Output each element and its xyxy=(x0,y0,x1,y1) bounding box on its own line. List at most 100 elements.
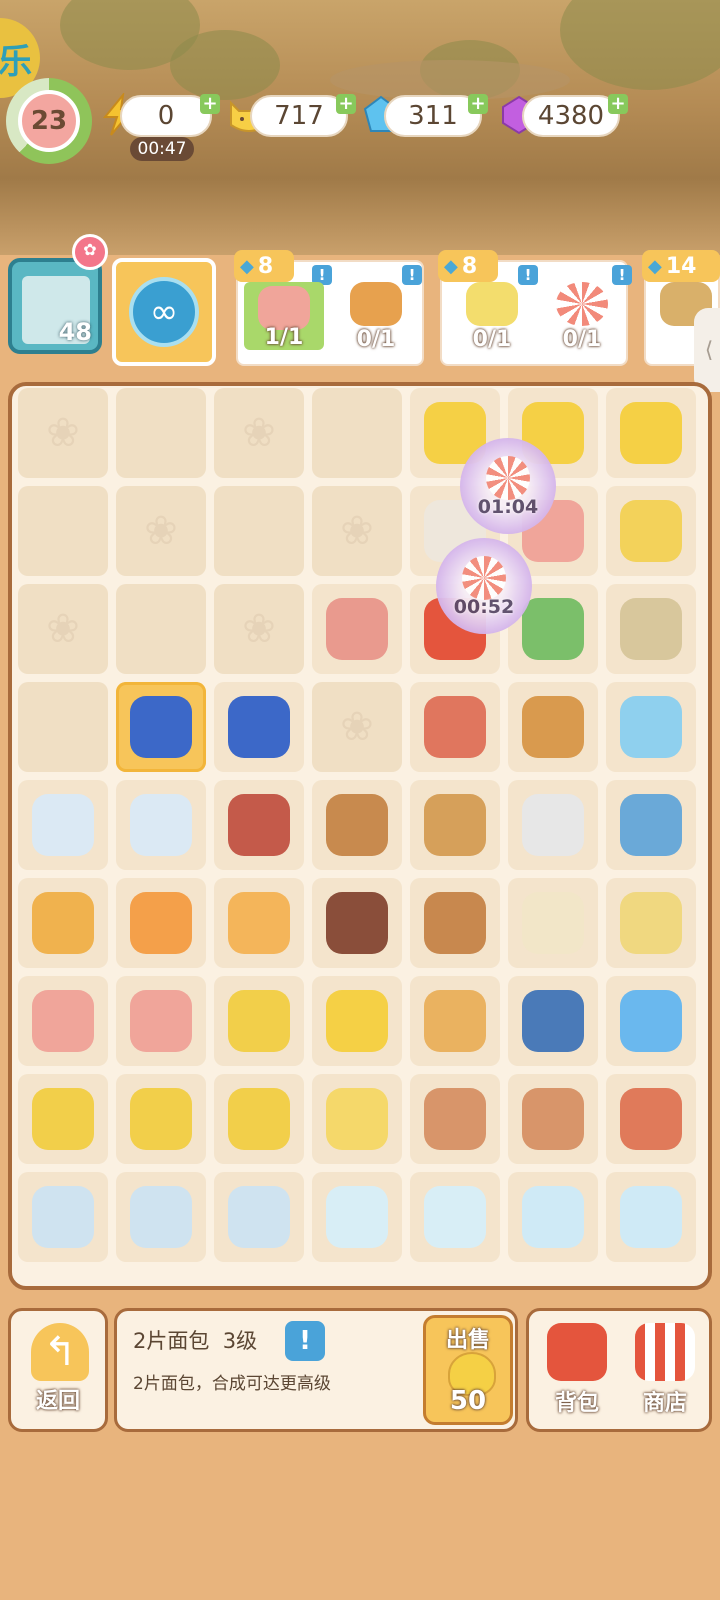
board-cell-empty[interactable] xyxy=(18,682,108,772)
coin-add-button[interactable]: + xyxy=(336,94,356,114)
infinity-generator[interactable]: ∞ xyxy=(112,258,216,366)
board-cell-item[interactable] xyxy=(312,976,402,1066)
board-cell-item[interactable] xyxy=(214,976,304,1066)
merge-item xyxy=(130,892,192,954)
board-cell-item[interactable] xyxy=(116,780,206,870)
board-cell-item[interactable] xyxy=(508,1172,598,1262)
board-cell-locked[interactable]: ❀ xyxy=(214,584,304,674)
board-cell-item[interactable] xyxy=(214,878,304,968)
board-cell-item[interactable] xyxy=(410,780,500,870)
board-cell-item[interactable] xyxy=(116,976,206,1066)
board-cell-item[interactable] xyxy=(410,976,500,1066)
board-cell-locked[interactable]: ❀ xyxy=(312,486,402,576)
board-cell-item[interactable] xyxy=(508,682,598,772)
merge-item xyxy=(424,1088,486,1150)
merge-item xyxy=(620,794,682,856)
order-item-count: 0/1 xyxy=(562,327,602,352)
board-cell-item[interactable] xyxy=(18,976,108,1066)
board-cell-item[interactable] xyxy=(18,1172,108,1262)
board-cell-item[interactable] xyxy=(312,584,402,674)
crystal-counter: 4380 xyxy=(522,95,620,137)
player-level-ring[interactable]: 23 xyxy=(6,78,92,164)
board-cell-item[interactable] xyxy=(606,1172,696,1262)
paw-print-icon: ❀ xyxy=(340,704,374,750)
board-cell-item[interactable] xyxy=(606,780,696,870)
merge-item xyxy=(32,1088,94,1150)
infinity-icon: ∞ xyxy=(129,277,199,347)
board-cell-locked[interactable]: ❀ xyxy=(18,584,108,674)
board-cell-item[interactable] xyxy=(410,878,500,968)
board-cell-item[interactable] xyxy=(214,1172,304,1262)
board-cell-item[interactable] xyxy=(214,1074,304,1164)
board-cell-item[interactable] xyxy=(18,878,108,968)
energy-add-button[interactable]: + xyxy=(200,94,220,114)
gem-value: 311 xyxy=(408,101,458,131)
board-cell-item[interactable] xyxy=(116,878,206,968)
board-cell-item[interactable] xyxy=(214,682,304,772)
merge-item xyxy=(326,598,388,660)
board-cell-locked[interactable]: ❀ xyxy=(214,388,304,478)
coin-counter: 717 xyxy=(250,95,348,137)
side-collapse-tab[interactable]: ⟨ xyxy=(694,308,720,392)
fish-icon: ◆ xyxy=(240,255,254,277)
board-cell-item[interactable] xyxy=(410,1172,500,1262)
board-cell-item[interactable] xyxy=(18,780,108,870)
board-cell-item[interactable] xyxy=(606,1074,696,1164)
merge-item xyxy=(620,892,682,954)
board-cell-item[interactable] xyxy=(116,1074,206,1164)
backpack-label: 背包 xyxy=(554,1391,599,1416)
merge-item xyxy=(522,892,584,954)
board-cell-item[interactable] xyxy=(508,878,598,968)
back-button[interactable]: ↰ 返回 xyxy=(8,1308,108,1432)
crystal-add-button[interactable]: + xyxy=(608,94,628,114)
board-cell-item[interactable] xyxy=(312,878,402,968)
order-notebook[interactable]: 48 xyxy=(8,258,102,354)
merge-item xyxy=(130,990,192,1052)
coin-value: 717 xyxy=(274,101,324,131)
backpack-button[interactable]: 背包 xyxy=(535,1319,619,1423)
board-cell-locked[interactable]: ❀ xyxy=(312,682,402,772)
board-cell-item[interactable] xyxy=(606,878,696,968)
board-cell-item[interactable] xyxy=(312,780,402,870)
cooldown-bubble[interactable]: 00:52 xyxy=(436,538,532,634)
board-cell-locked[interactable]: ❀ xyxy=(18,388,108,478)
cooldown-bubble[interactable]: 01:04 xyxy=(460,438,556,534)
gem-add-button[interactable]: + xyxy=(468,94,488,114)
board-cell-item[interactable] xyxy=(508,780,598,870)
board-cell-item[interactable] xyxy=(606,584,696,674)
merge-item xyxy=(522,990,584,1052)
order-item-count: 1/1 xyxy=(264,325,304,350)
merge-item xyxy=(424,892,486,954)
shop-button[interactable]: 商店 xyxy=(623,1319,707,1423)
board-cell-item[interactable] xyxy=(312,1074,402,1164)
energy-value: 0 xyxy=(157,101,175,131)
board-cell-empty[interactable] xyxy=(116,584,206,674)
board-cell-empty[interactable] xyxy=(116,388,206,478)
board-cell-empty[interactable] xyxy=(18,486,108,576)
sell-button[interactable]: 出售 50 xyxy=(423,1315,513,1425)
backpack-icon xyxy=(547,1323,607,1381)
board-cell-item[interactable] xyxy=(410,1074,500,1164)
board-cell-item[interactable] xyxy=(606,486,696,576)
board-cell-item[interactable] xyxy=(508,976,598,1066)
item-info-button[interactable]: ! xyxy=(285,1321,325,1361)
merge-item xyxy=(522,696,584,758)
board-cell-item[interactable] xyxy=(410,682,500,772)
paw-print-icon: ❀ xyxy=(144,508,178,554)
board-cell-item[interactable] xyxy=(606,976,696,1066)
board-cell-item[interactable] xyxy=(312,1172,402,1262)
board-cell-empty[interactable] xyxy=(214,486,304,576)
back-arrow-icon: ↰ xyxy=(31,1323,89,1381)
board-cell-selected[interactable] xyxy=(116,682,206,772)
fish-icon: ◆ xyxy=(648,255,662,277)
board-cell-item[interactable] xyxy=(18,1074,108,1164)
board-cell-locked[interactable]: ❀ xyxy=(116,486,206,576)
board-cell-item[interactable] xyxy=(606,388,696,478)
board-cell-item[interactable] xyxy=(508,1074,598,1164)
board-cell-item[interactable] xyxy=(214,780,304,870)
board-cell-empty[interactable] xyxy=(312,388,402,478)
merge-item xyxy=(424,794,486,856)
board-cell-item[interactable] xyxy=(116,1172,206,1262)
merge-item xyxy=(130,1088,192,1150)
board-cell-item[interactable] xyxy=(606,682,696,772)
